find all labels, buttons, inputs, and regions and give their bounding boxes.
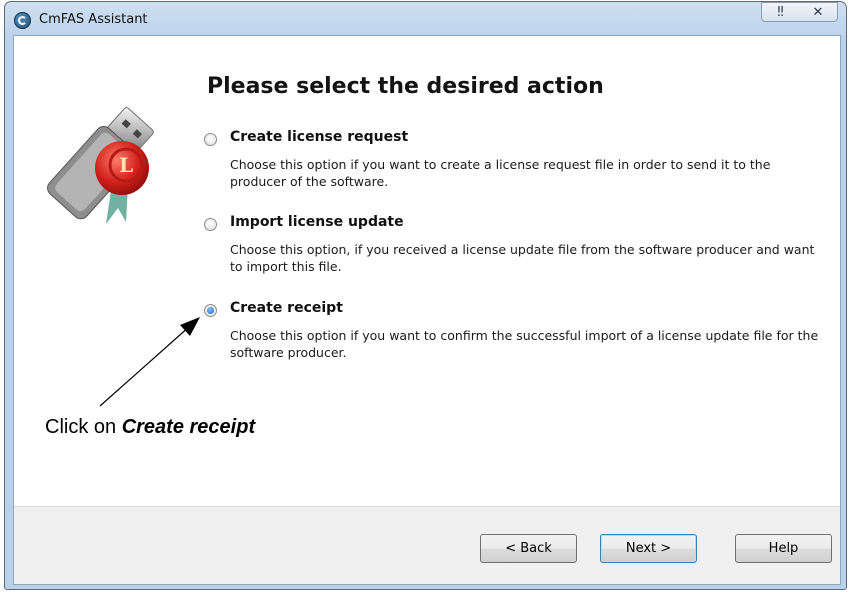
- annotation-prefix: Click on: [45, 416, 122, 438]
- question-mark-icon: ‼: [777, 4, 784, 20]
- window-title: CmFAS Assistant: [39, 12, 148, 27]
- help-button[interactable]: Help: [735, 534, 832, 563]
- help-caption-button[interactable]: ‼: [761, 2, 800, 22]
- close-icon: ✕: [812, 4, 824, 20]
- annotation-emphasis: Create receipt: [121, 416, 256, 438]
- assistant-window: CmFAS Assistant ‼ ✕ L Please select the …: [4, 1, 847, 590]
- button-bar: < Back Next > Help: [14, 506, 840, 584]
- app-icon: [14, 12, 31, 29]
- title-bar[interactable]: CmFAS Assistant ‼ ✕: [5, 2, 846, 36]
- back-button[interactable]: < Back: [480, 534, 577, 563]
- next-button[interactable]: Next >: [600, 534, 697, 563]
- close-button[interactable]: ✕: [799, 2, 838, 22]
- wizard-page: L Please select the desired action Creat…: [13, 35, 841, 585]
- annotation-text: Click on Create receipt: [45, 416, 255, 439]
